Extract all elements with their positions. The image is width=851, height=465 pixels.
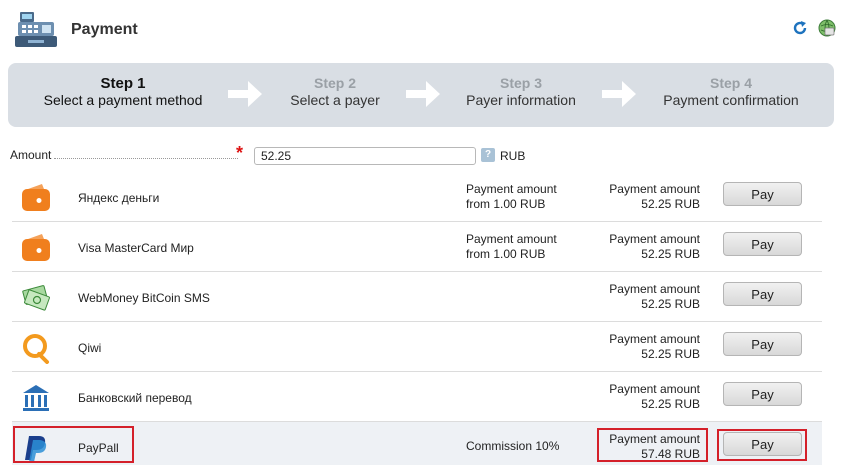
min-amount-value: from 1.00 RUB	[466, 197, 546, 211]
payment-amount-value: 52.25 RUB	[641, 247, 700, 261]
step-1: Step 1 Select a payment method	[34, 75, 212, 109]
payment-amount-label: Payment amount	[609, 282, 700, 296]
pay-button[interactable]: Pay	[723, 282, 802, 306]
pay-button[interactable]: Pay	[723, 382, 802, 406]
payment-method-row: Яндекс деньги Payment amount from 1.00 R…	[12, 172, 822, 222]
currency-label: RUB	[500, 149, 526, 163]
step-label: Select a payment method	[43, 92, 203, 108]
dotted-leader	[54, 158, 238, 159]
required-mark: *	[236, 143, 244, 163]
amount-label: Amount	[10, 148, 52, 162]
arrow-right-icon	[406, 81, 440, 107]
qiwi-icon	[23, 334, 49, 364]
payment-amount-label: Payment amount	[609, 332, 700, 346]
step-label: Select a payer	[290, 92, 380, 108]
arrow-right-icon	[228, 81, 262, 107]
payment-amount: Payment amount 52.25 RUB	[590, 232, 700, 262]
payment-amount-label: Payment amount	[609, 232, 700, 246]
min-amount-label: Payment amount	[466, 232, 557, 246]
bank-icon	[23, 385, 49, 411]
step-number: Step 1	[100, 75, 146, 92]
payment-amount: Payment amount 52.25 RUB	[590, 182, 700, 212]
amount-input[interactable]	[254, 147, 476, 165]
step-4: Step 4 Payment confirmation	[654, 75, 808, 109]
steps-bar: Step 1 Select a payment method Step 2 Se…	[8, 63, 834, 127]
payment-amount: Payment amount 52.25 RUB	[590, 282, 700, 312]
page-title: Payment	[71, 21, 138, 38]
step-number: Step 3	[499, 75, 542, 91]
payment-method-row: Visa MasterCard Мир Payment amount from …	[12, 222, 822, 272]
money-icon	[22, 285, 50, 311]
payment-method-row: WebMoney BitCoin SMS Payment amount 52.2…	[12, 272, 822, 322]
min-amount-label: Payment amount	[466, 182, 557, 196]
page-header: Payment	[0, 0, 851, 60]
payment-amount: Payment amount 52.25 RUB	[590, 332, 700, 362]
help-icon[interactable]: ?	[481, 148, 495, 162]
amount-row: Amount * ? RUB	[10, 143, 830, 165]
payment-amount-label: Payment amount	[609, 182, 700, 196]
step-3: Step 3 Payer information	[456, 75, 586, 109]
commission-text: Commission 10%	[466, 439, 560, 453]
method-name: Visa MasterCard Мир	[78, 241, 194, 255]
payment-amount: Payment amount 52.25 RUB	[590, 382, 700, 412]
payment-amount: Payment amount 57.48 RUB	[590, 432, 700, 462]
min-amount-text: Payment amount from 1.00 RUB	[466, 232, 557, 262]
wallet-icon	[22, 184, 50, 211]
payment-amount-label: Payment amount	[609, 382, 700, 396]
step-label: Payer information	[466, 92, 576, 108]
paypal-icon	[25, 436, 47, 462]
payment-amount-value: 52.25 RUB	[641, 197, 700, 211]
pay-button[interactable]: Pay	[723, 332, 802, 356]
payment-amount-value: 52.25 RUB	[641, 297, 700, 311]
payment-method-row: Банковский перевод Payment amount 52.25 …	[12, 372, 822, 422]
pay-button[interactable]: Pay	[723, 232, 802, 256]
payment-amount-value: 52.25 RUB	[641, 397, 700, 411]
payment-amount-value: 57.48 RUB	[641, 447, 700, 461]
cash-register-icon	[15, 12, 57, 47]
pay-button[interactable]: Pay	[723, 432, 802, 456]
method-name: Qiwi	[78, 341, 102, 355]
payment-amount-value: 52.25 RUB	[641, 347, 700, 361]
payment-method-row: PayPall Commission 10% Payment amount 57…	[12, 422, 822, 465]
arrow-right-icon	[602, 81, 636, 107]
step-2: Step 2 Select a payer	[280, 75, 390, 109]
refresh-icon[interactable]	[792, 20, 808, 36]
min-amount-value: from 1.00 RUB	[466, 247, 546, 261]
step-number: Step 4	[709, 75, 752, 91]
method-name: PayPall	[78, 441, 119, 455]
method-name: Яндекс деньги	[78, 191, 160, 205]
method-name: WebMoney BitCoin SMS	[78, 291, 210, 305]
step-label: Payment confirmation	[663, 92, 799, 108]
globe-icon[interactable]	[818, 19, 836, 37]
payment-amount-label: Payment amount	[609, 432, 700, 446]
payment-methods-list: Яндекс деньги Payment amount from 1.00 R…	[12, 172, 822, 465]
wallet-icon	[22, 234, 50, 261]
payment-method-row: Qiwi Payment amount 52.25 RUB Pay	[12, 322, 822, 372]
step-number: Step 2	[313, 75, 356, 91]
pay-button[interactable]: Pay	[723, 182, 802, 206]
method-name: Банковский перевод	[78, 391, 192, 405]
min-amount-text: Payment amount from 1.00 RUB	[466, 182, 557, 212]
